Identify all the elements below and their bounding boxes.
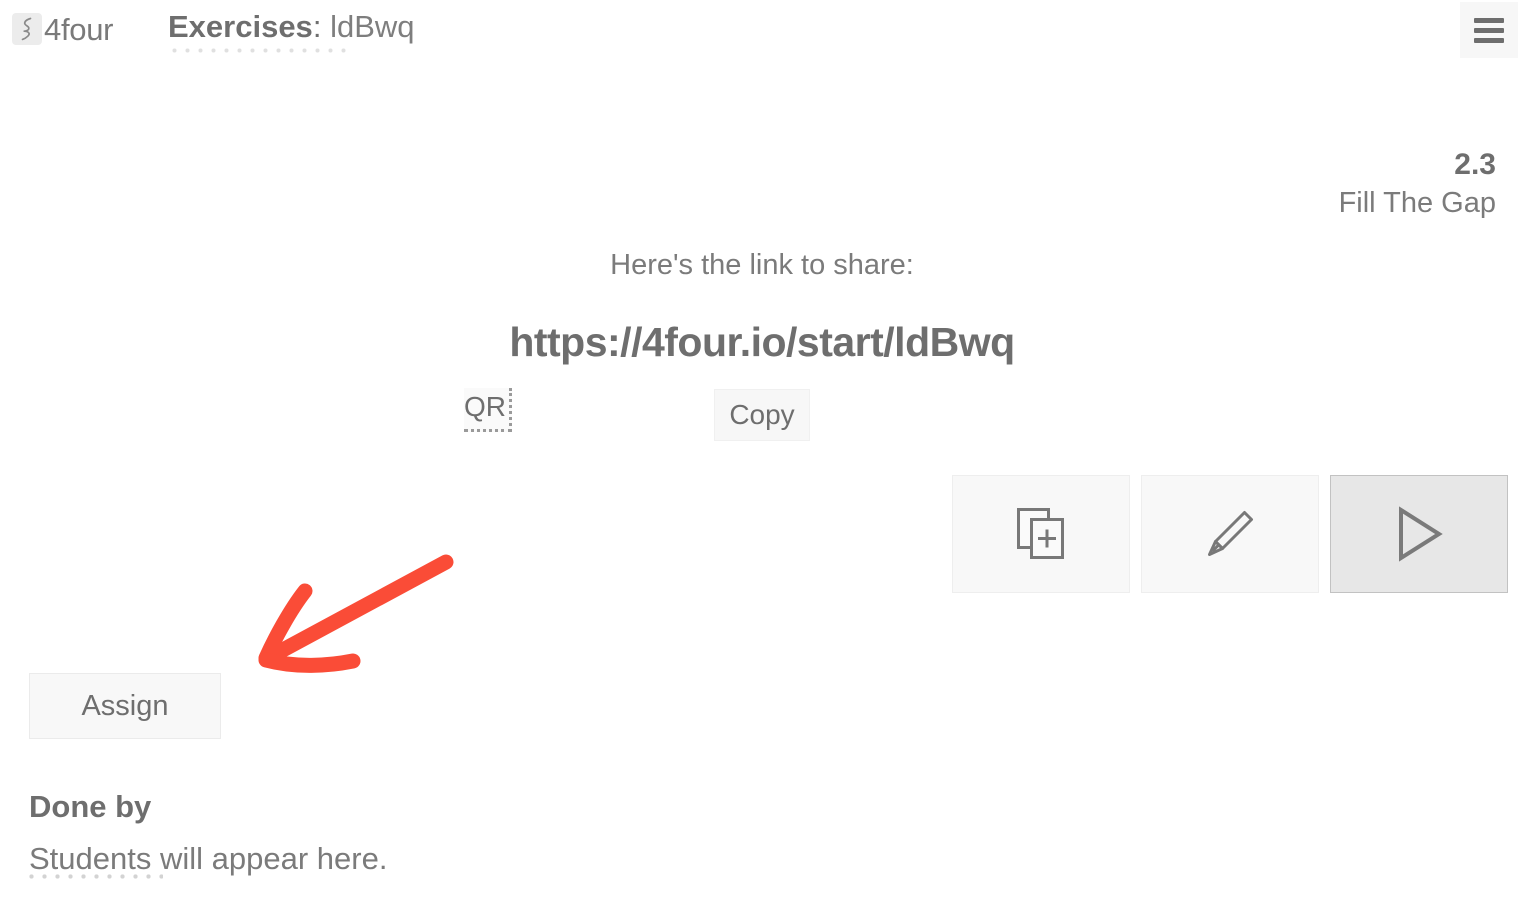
squiggle-logo-icon (12, 13, 42, 45)
duplicate-plus-icon (1016, 507, 1066, 561)
exercise-meta: 2.3 Fill The Gap (1339, 148, 1496, 220)
menu-bar (1474, 17, 1504, 23)
app-header: 4four Exercises: ldBwq (0, 0, 1524, 60)
share-caption: Here's the link to share: (610, 249, 914, 281)
done-by-empty-state: Students will appear here. (29, 841, 388, 877)
pencil-icon (1203, 506, 1257, 562)
share-link-block: Here's the link to share: https://4four.… (0, 248, 1524, 366)
brand-name: 4four (44, 11, 114, 47)
menu-bar (1474, 27, 1504, 33)
hamburger-menu-icon[interactable] (1460, 2, 1518, 58)
duplicate-exercise-button[interactable] (952, 475, 1130, 593)
assign-button[interactable]: Assign (29, 673, 221, 739)
edit-exercise-button[interactable] (1141, 475, 1319, 593)
breadcrumb-dotted-underline (168, 47, 350, 54)
copy-link-button[interactable]: Copy (714, 389, 810, 441)
done-by-section: Done by Students will appear here. (29, 788, 387, 877)
annotation-arrow-icon (250, 548, 465, 678)
exercise-number: 2.3 (1454, 148, 1496, 181)
qr-button[interactable]: QR (464, 388, 512, 432)
brand[interactable]: 4four (12, 6, 113, 52)
breadcrumb-exercise-code: ldBwq (330, 9, 415, 44)
breadcrumb: Exercises: ldBwq (168, 8, 415, 47)
play-triangle-icon (1392, 505, 1446, 563)
done-by-dotted-underline (25, 873, 163, 880)
menu-bar (1474, 37, 1504, 43)
exercise-tool-buttons (952, 475, 1508, 593)
done-by-title: Done by (29, 789, 152, 824)
breadcrumb-section[interactable]: Exercises (168, 9, 313, 44)
exercise-type: Fill The Gap (1338, 186, 1496, 219)
share-url[interactable]: https://4four.io/start/ldBwq (0, 319, 1524, 366)
breadcrumb-separator: : (312, 9, 322, 44)
play-exercise-button[interactable] (1330, 475, 1508, 593)
